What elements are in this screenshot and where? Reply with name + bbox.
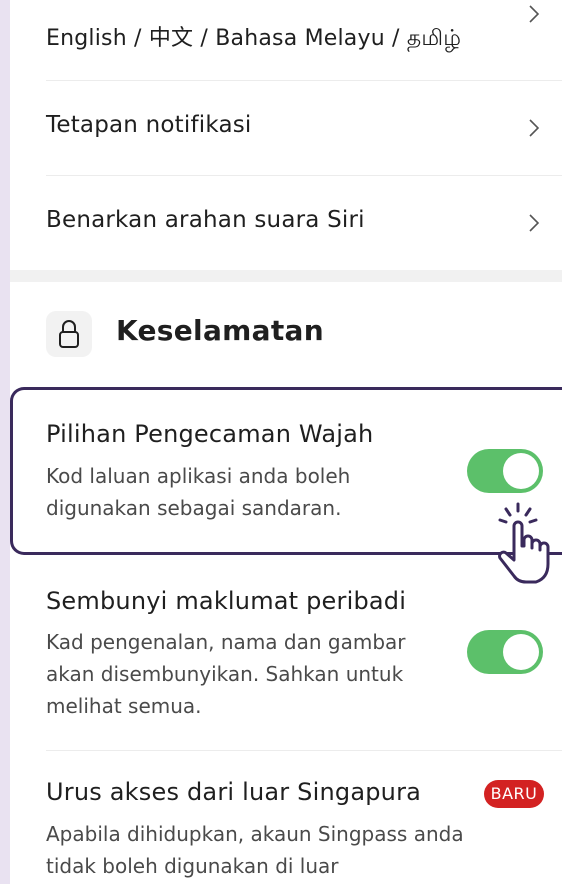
hide-info-toggle[interactable] xyxy=(467,630,543,674)
overseas-access-title: Urus akses dari luar Singapura xyxy=(46,778,422,806)
language-row[interactable]: English / 中文 / Bahasa Melayu / தமிழ் xyxy=(46,0,562,81)
siri-label: Benarkan arahan suara Siri xyxy=(46,207,365,233)
notification-settings-label: Tetapan notifikasi xyxy=(46,112,252,138)
toggle-knob xyxy=(503,634,539,670)
hide-info-title: Sembunyi maklumat peribadi xyxy=(46,587,407,615)
face-recognition-desc: Kod laluan aplikasi anda boleh digunakan… xyxy=(46,464,351,520)
security-section-title: Keselamatan xyxy=(116,314,324,347)
overseas-access-desc: Apabila dihidupkan, akaun Singpass anda … xyxy=(46,822,464,878)
tap-hand-icon xyxy=(486,500,562,590)
notification-settings-row[interactable]: Tetapan notifikasi xyxy=(46,80,562,176)
new-badge: BARU xyxy=(484,780,544,808)
divider xyxy=(46,750,562,751)
face-recognition-title: Pilihan Pengecaman Wajah xyxy=(46,420,374,448)
chevron-right-icon xyxy=(524,118,544,138)
face-recognition-toggle[interactable] xyxy=(467,449,543,493)
toggle-knob xyxy=(503,453,539,489)
settings-panel: English / 中文 / Bahasa Melayu / தமிழ் Tet… xyxy=(10,0,562,884)
lock-icon xyxy=(46,311,92,357)
chevron-right-icon xyxy=(524,213,544,233)
chevron-right-icon xyxy=(524,4,544,24)
siri-row[interactable]: Benarkan arahan suara Siri xyxy=(46,175,562,270)
language-label: English / 中文 / Bahasa Melayu / தமிழ் xyxy=(46,26,462,51)
section-gap xyxy=(10,270,562,282)
hide-info-desc: Kad pengenalan, nama dan gambar akan dis… xyxy=(46,630,406,718)
